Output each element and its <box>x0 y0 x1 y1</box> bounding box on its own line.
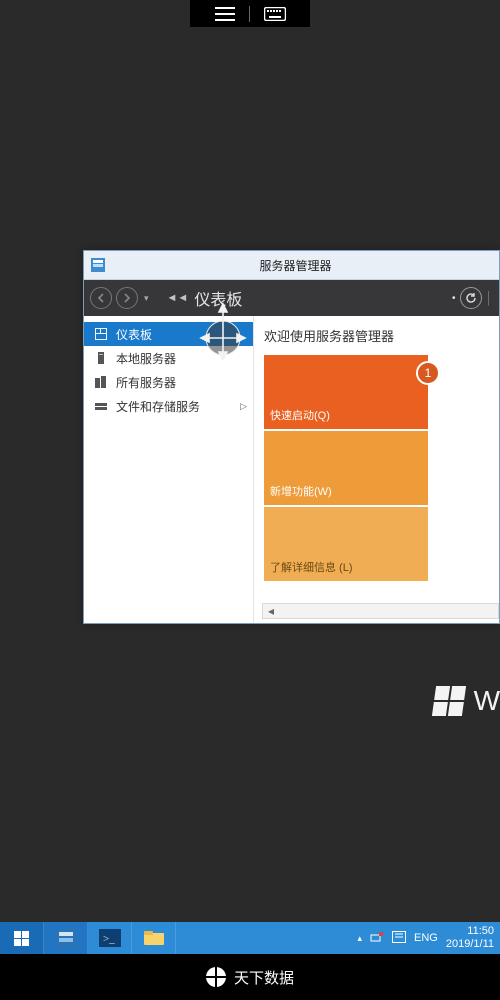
brand-name: 天下数据 <box>234 967 294 988</box>
tray-ime-icon[interactable] <box>392 931 406 946</box>
chevron-down-icon[interactable]: ▾ <box>144 293 149 304</box>
tray-overflow-icon[interactable]: ▴ <box>358 933 363 944</box>
welcome-heading: 欢迎使用服务器管理器 <box>264 326 493 345</box>
taskbar: >_ ▴ ENG 11:50 2019/1/11 <box>0 922 500 954</box>
svg-text:>_: >_ <box>103 933 115 945</box>
tray-clock[interactable]: 11:50 2019/1/11 <box>446 925 494 950</box>
chevron-right-icon: ▷ <box>240 401 247 412</box>
app-icon <box>90 257 106 273</box>
refresh-button[interactable] <box>460 287 482 309</box>
sidebar: 仪表板 本地服务器 所有服务器 文件和存储服务 ▷ <box>84 316 254 623</box>
servers-icon <box>94 375 108 389</box>
tray-language[interactable]: ENG <box>414 932 438 944</box>
sidebar-item-file-storage[interactable]: 文件和存储服务 ▷ <box>84 394 253 418</box>
menu-icon[interactable] <box>215 7 235 21</box>
titlebar[interactable]: 服务器管理器 <box>84 251 499 280</box>
back-button[interactable] <box>90 287 112 309</box>
breadcrumb-label: 仪表板 <box>194 286 242 310</box>
window-title: 服务器管理器 <box>112 257 499 274</box>
sidebar-item-dashboard[interactable]: 仪表板 <box>84 322 253 346</box>
windows-logo-icon <box>431 686 465 716</box>
tile-badge: 1 <box>416 361 440 385</box>
sidebar-item-label: 本地服务器 <box>116 350 176 367</box>
horizontal-scrollbar[interactable]: ◂ <box>262 603 499 619</box>
sidebar-item-label: 文件和存储服务 <box>116 398 200 415</box>
navigation-toolbar: ▾ ◄◄ 仪表板 • │ <box>84 280 499 316</box>
separator <box>249 6 250 22</box>
tile-whatsnew[interactable]: 新增功能(W) <box>264 431 428 505</box>
server-icon <box>94 351 108 365</box>
windows-watermark: W <box>434 685 500 717</box>
sidebar-item-local-server[interactable]: 本地服务器 <box>84 346 253 370</box>
windows-logo-icon <box>14 931 29 946</box>
quickstart-tiles: 快速启动(Q) 1 新增功能(W) 了解详细信息 (L) <box>264 355 428 581</box>
sidebar-item-label: 仪表板 <box>116 326 152 343</box>
forward-button[interactable] <box>116 287 138 309</box>
breadcrumb-dropdown-icon[interactable]: • <box>452 293 456 304</box>
tile-learnmore[interactable]: 了解详细信息 (L) <box>264 507 428 581</box>
keyboard-icon[interactable] <box>264 7 286 21</box>
sidebar-item-all-servers[interactable]: 所有服务器 <box>84 370 253 394</box>
toolbar-divider: │ <box>486 291 494 305</box>
tile-label: 了解详细信息 (L) <box>270 559 353 575</box>
tile-quickstart[interactable]: 快速启动(Q) 1 <box>264 355 428 429</box>
brand-logo-icon <box>206 967 226 987</box>
guillemet-icon: ◄◄ <box>167 292 189 304</box>
taskbar-explorer[interactable] <box>132 922 176 954</box>
taskbar-powershell[interactable]: >_ <box>88 922 132 954</box>
tray-date: 2019/1/11 <box>446 938 494 951</box>
brand-bar: 天下数据 <box>0 954 500 1000</box>
tile-label: 新增功能(W) <box>270 483 332 499</box>
taskbar-server-manager[interactable] <box>44 922 88 954</box>
tile-label: 快速启动(Q) <box>270 407 330 423</box>
remote-session-toolbar <box>190 0 310 27</box>
watermark-text: W <box>474 685 500 717</box>
server-manager-window: 服务器管理器 ▾ ◄◄ 仪表板 • │ 仪表板 <box>83 250 500 624</box>
breadcrumb[interactable]: ◄◄ 仪表板 <box>167 286 243 310</box>
start-button[interactable] <box>0 922 44 954</box>
dashboard-icon <box>94 327 108 341</box>
content-area: 欢迎使用服务器管理器 快速启动(Q) 1 新增功能(W) 了解详细信息 (L) … <box>254 316 499 623</box>
tray-time: 11:50 <box>446 925 494 938</box>
tray-network-icon[interactable] <box>370 931 384 946</box>
storage-icon <box>94 399 108 413</box>
sidebar-item-label: 所有服务器 <box>116 374 176 391</box>
scroll-left-button[interactable]: ◂ <box>263 604 279 618</box>
